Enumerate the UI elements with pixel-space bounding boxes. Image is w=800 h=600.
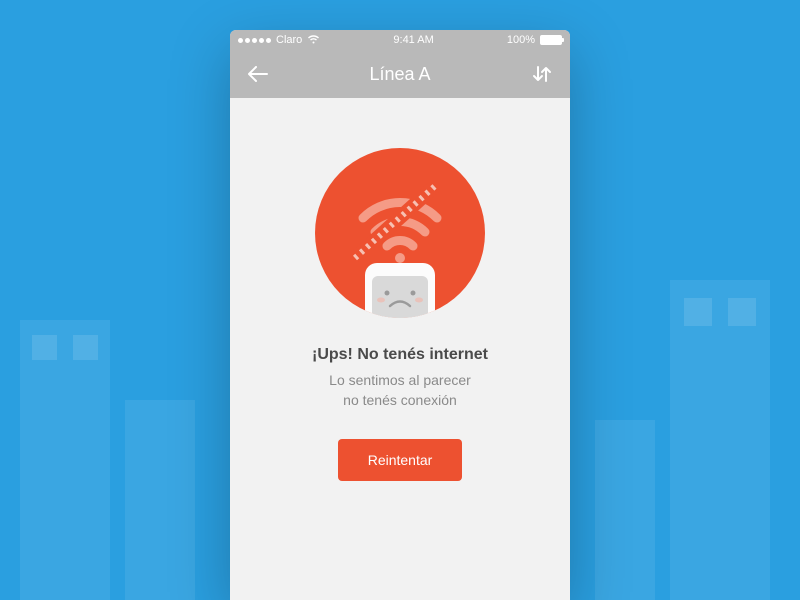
arrow-left-icon	[248, 66, 268, 82]
battery-percent: 100%	[507, 34, 535, 46]
error-heading: ¡Ups! No tenés internet	[312, 346, 488, 364]
sort-arrows-icon	[531, 65, 553, 83]
no-internet-illustration-icon	[315, 148, 485, 318]
phone-frame: Claro 9:41 AM 100% Línea A	[230, 30, 570, 600]
wifi-icon	[307, 34, 320, 47]
error-subtext: Lo sentimos al parecer no tenés conexión	[329, 370, 471, 411]
nav-bar: Línea A	[230, 50, 570, 98]
signal-dots-icon	[238, 38, 271, 43]
carrier-label: Claro	[276, 34, 302, 46]
status-bar: Claro 9:41 AM 100%	[230, 30, 570, 50]
retry-button[interactable]: Reintentar	[338, 439, 463, 481]
error-content: ¡Ups! No tenés internet Lo sentimos al p…	[230, 98, 570, 481]
nav-title: Línea A	[369, 64, 430, 85]
status-time: 9:41 AM	[393, 34, 433, 46]
sort-button[interactable]	[528, 60, 556, 88]
back-button[interactable]	[244, 60, 272, 88]
battery-icon	[540, 35, 562, 45]
